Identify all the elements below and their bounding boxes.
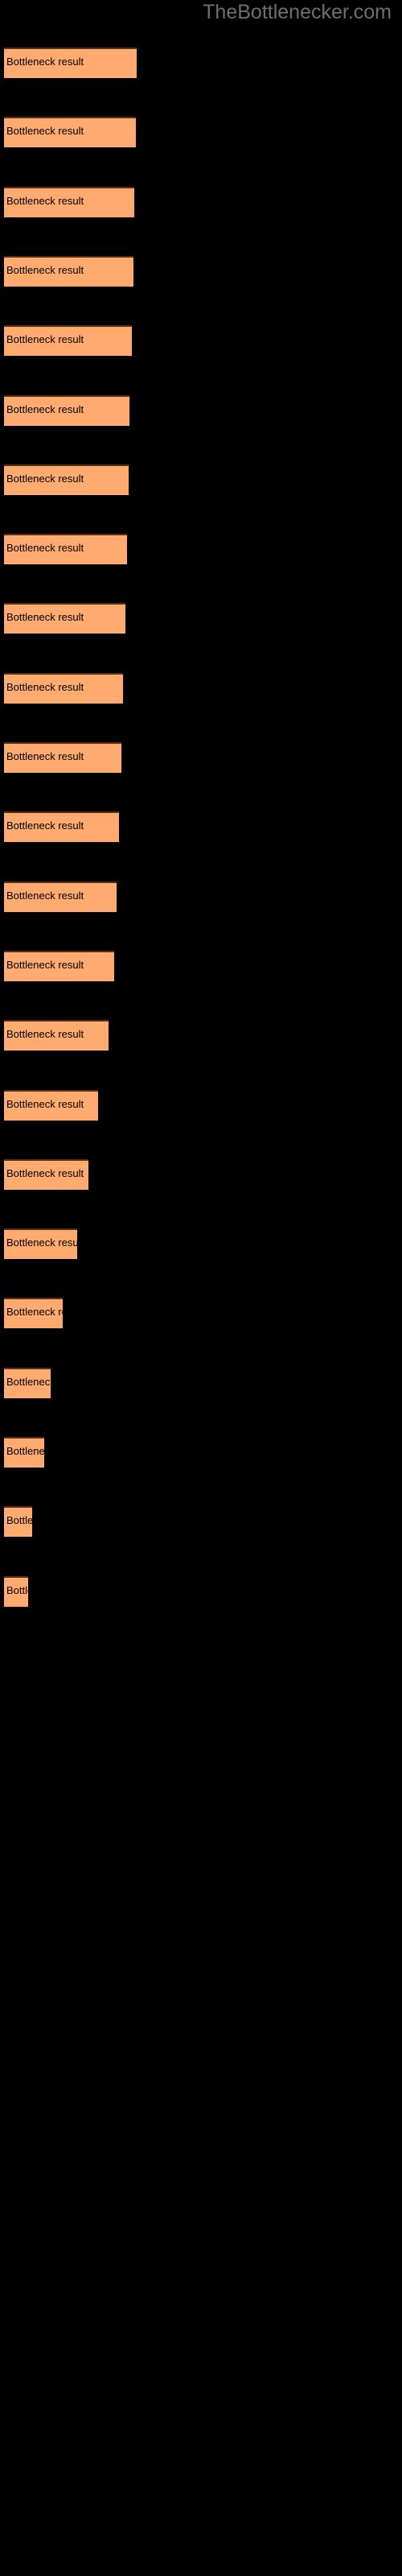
bar-label-22: Bottleneck result [6,1514,32,1527]
bar-label-12: Bottleneck result [6,819,84,832]
bar-9[interactable]: Bottleneck result [4,603,125,634]
bar-label-5: Bottleneck result [6,333,84,346]
bar-20[interactable]: Bottleneck result [4,1367,51,1398]
bar-3[interactable]: Bottleneck result [4,186,134,217]
bar-label-18: Bottleneck result [6,1236,77,1249]
bar-6[interactable]: Bottleneck result [4,394,129,426]
bar-label-8: Bottleneck result [6,542,84,555]
bar-22[interactable]: Bottleneck result [4,1506,32,1538]
bar-5[interactable]: Bottleneck result [4,325,132,357]
bar-label-10: Bottleneck result [6,680,84,693]
bar-18[interactable]: Bottleneck result [4,1228,77,1260]
bar-label-7: Bottleneck result [6,472,84,485]
bar-4[interactable]: Bottleneck result [4,255,133,287]
site-watermark: TheBottlenecker.com [203,1,392,23]
bar-label-2: Bottleneck result [6,125,84,138]
bar-label-17: Bottleneck result [6,1166,84,1179]
bar-8[interactable]: Bottleneck result [4,534,127,565]
bar-23[interactable]: Bottleneck result [4,1575,28,1607]
bar-label-20: Bottleneck result [6,1375,51,1388]
bar-16[interactable]: Bottleneck result [4,1089,98,1121]
bar-13[interactable]: Bottleneck result [4,881,117,912]
bar-7[interactable]: Bottleneck result [4,464,129,495]
bar-19[interactable]: Bottleneck result [4,1298,63,1329]
bar-21[interactable]: Bottleneck result [4,1437,44,1468]
bar-label-4: Bottleneck result [6,263,84,276]
bar-label-23: Bottleneck result [6,1583,28,1596]
bar-12[interactable]: Bottleneck result [4,811,119,843]
bar-label-6: Bottleneck result [6,402,84,415]
bar-label-11: Bottleneck result [6,750,84,762]
bar-2[interactable]: Bottleneck result [4,117,136,148]
bar-label-9: Bottleneck result [6,611,84,624]
bar-11[interactable]: Bottleneck result [4,742,121,773]
bar-15[interactable]: Bottleneck result [4,1020,109,1051]
bar-1[interactable]: Bottleneck result [4,47,137,78]
bar-label-1: Bottleneck result [6,56,84,68]
bar-label-15: Bottleneck result [6,1028,84,1041]
bar-label-19: Bottleneck result [6,1306,63,1319]
bottleneck-chart-page: TheBottlenecker.com Bottleneck result Bot… [0,0,402,2576]
bar-label-3: Bottleneck result [6,194,84,207]
bar-17[interactable]: Bottleneck result [4,1158,88,1190]
bar-label-16: Bottleneck result [6,1097,84,1110]
bar-label-21: Bottleneck result [6,1445,44,1457]
bar-label-13: Bottleneck result [6,889,84,902]
bar-label-14: Bottleneck result [6,958,84,971]
bar-14[interactable]: Bottleneck result [4,950,114,981]
bar-10[interactable]: Bottleneck result [4,672,123,704]
